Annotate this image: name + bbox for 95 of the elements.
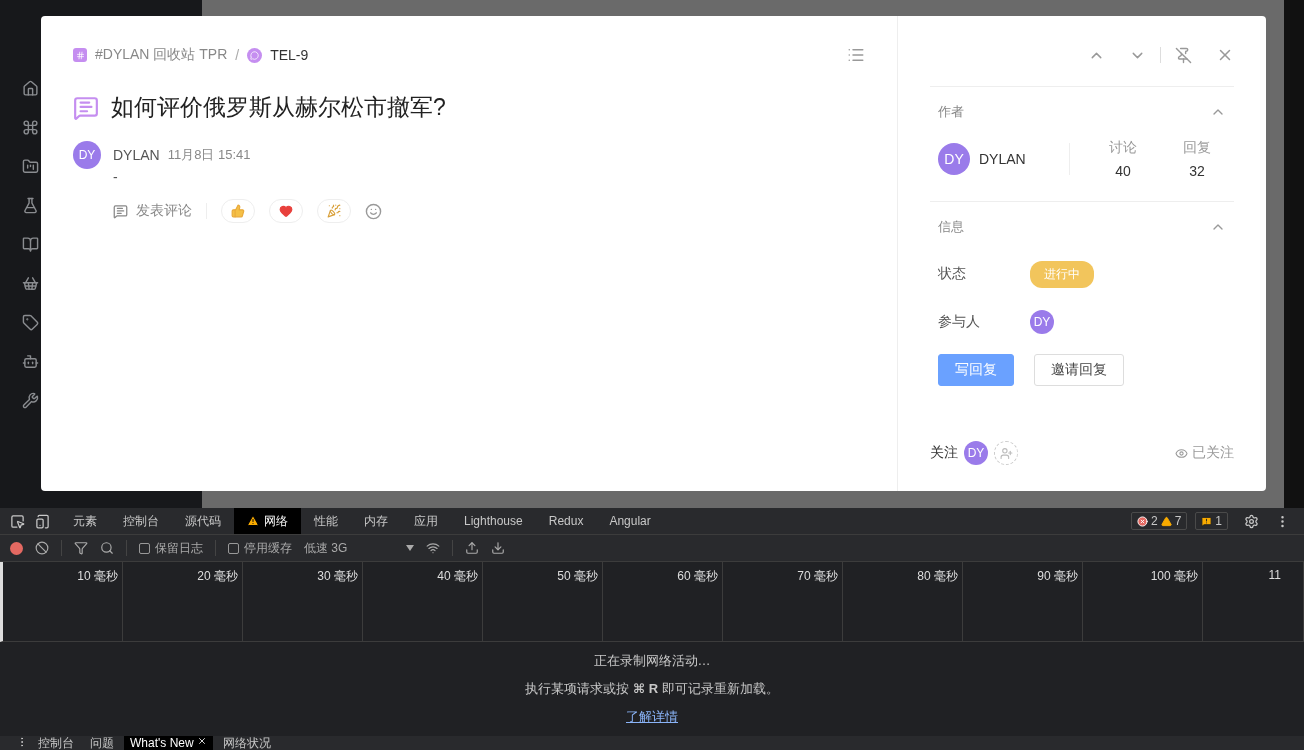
- clear-icon[interactable]: [35, 541, 49, 555]
- field-label: 参与人: [938, 313, 981, 331]
- warning-icon: [247, 515, 259, 527]
- error-icon: [1136, 515, 1148, 527]
- section-heading: 作者: [938, 103, 964, 121]
- import-icon[interactable]: [465, 541, 479, 555]
- throttle-select[interactable]: 低速 3G: [304, 539, 414, 557]
- sidebar-nav-icon[interactable]: [22, 197, 39, 214]
- section-heading: 信息: [938, 218, 964, 236]
- issue-counter[interactable]: 2 7: [1130, 512, 1188, 530]
- caret-icon: [406, 545, 414, 551]
- time-tick: 11: [1268, 568, 1281, 582]
- search-icon[interactable]: [100, 541, 114, 555]
- learn-more-link[interactable]: 了解详情: [626, 708, 678, 726]
- sidebar-nav-icon[interactable]: [22, 236, 39, 253]
- time-tick: 70 毫秒: [797, 569, 838, 583]
- record-button[interactable]: [10, 541, 23, 555]
- checkbox[interactable]: [228, 542, 239, 554]
- network-conditions-icon[interactable]: [426, 541, 440, 555]
- author-name: DYLAN: [113, 147, 160, 163]
- status-message: 执行某项请求或按 ⌘ R 即可记录重新加载。: [525, 680, 779, 698]
- topic-icon: [73, 94, 99, 121]
- sidebar-nav-icon[interactable]: [22, 392, 39, 409]
- stat-value: 40: [1115, 163, 1131, 179]
- checkbox-label: 保留日志: [155, 539, 203, 557]
- comment-icon: [113, 203, 128, 219]
- avatar: DY: [938, 143, 970, 175]
- topic-icon: [247, 47, 263, 63]
- party-popper-icon: [327, 204, 341, 218]
- devtools-tab[interactable]: Redux: [535, 508, 597, 534]
- time-tick: 90 毫秒: [1037, 569, 1078, 583]
- drawer-tab[interactable]: 控制台: [32, 736, 80, 750]
- close-icon[interactable]: [196, 736, 207, 746]
- heart-icon: [279, 204, 293, 218]
- devtools-tab[interactable]: 源代码: [172, 508, 234, 534]
- breadcrumb-link[interactable]: TEL-9: [270, 47, 309, 63]
- breadcrumb-link[interactable]: #DYLAN 回收站 TPR: [95, 46, 228, 64]
- list-icon[interactable]: [847, 46, 865, 64]
- sidebar-nav-icon[interactable]: [22, 275, 39, 292]
- time-tick: 60 毫秒: [677, 569, 718, 583]
- time-tick: 10 毫秒: [77, 569, 118, 583]
- time-tick: 20 毫秒: [197, 569, 238, 583]
- checkbox[interactable]: [139, 542, 150, 554]
- sidebar-nav-icon[interactable]: [22, 158, 39, 175]
- issues-button[interactable]: 1: [1195, 512, 1228, 530]
- sidebar-nav-icon[interactable]: [22, 314, 39, 331]
- field-label: 状态: [938, 265, 967, 283]
- sidebar-nav-icon[interactable]: [22, 353, 39, 370]
- devtools-tab[interactable]: 网络: [234, 508, 301, 534]
- status-message: 正在录制网络活动…: [593, 652, 711, 670]
- sidebar-nav-icon[interactable]: [22, 119, 39, 136]
- unpin-icon[interactable]: [1175, 46, 1192, 64]
- post-time: 11月8日 15:41: [167, 146, 251, 164]
- inspect-icon[interactable]: [10, 513, 25, 529]
- drawer-tab[interactable]: 问题: [84, 736, 120, 750]
- time-tick: 100 毫秒: [1150, 569, 1198, 583]
- device-toolbar-icon[interactable]: [35, 513, 50, 529]
- follow-label: 关注: [930, 444, 958, 462]
- thumbs-up-icon: [231, 204, 245, 218]
- devtools-tab[interactable]: 元素: [60, 508, 110, 534]
- devtools-tab[interactable]: Lighthouse: [451, 508, 536, 534]
- filter-icon[interactable]: [74, 541, 88, 555]
- issue-icon: [1201, 515, 1213, 527]
- post-body: -: [113, 169, 118, 185]
- time-tick: 30 毫秒: [317, 569, 358, 583]
- topic-title: 如何评价俄罗斯从赫尔松市撤军?: [111, 93, 446, 122]
- sidebar-nav-icon[interactable]: [22, 80, 39, 97]
- time-tick: 40 毫秒: [437, 569, 478, 583]
- avatar: DY: [1030, 310, 1054, 334]
- author-name: DYLAN: [979, 151, 1027, 167]
- checkbox-label: 停用缓存: [244, 539, 292, 557]
- stat-label: 回复: [1183, 139, 1211, 157]
- time-tick: 80 毫秒: [917, 569, 958, 583]
- warning-icon: [1160, 515, 1172, 527]
- eye-icon: [1175, 446, 1188, 460]
- invite-button[interactable]: 邀请回复: [1034, 354, 1124, 386]
- add-reaction-icon[interactable]: [365, 202, 382, 220]
- breadcrumb-separator: /: [235, 47, 240, 63]
- devtools-tab[interactable]: 性能: [301, 508, 351, 534]
- stat-label: 讨论: [1109, 139, 1137, 157]
- devtools-tab[interactable]: 应用: [401, 508, 451, 534]
- devtools-tab[interactable]: 控制台: [110, 508, 172, 534]
- devtools-tab[interactable]: Angular: [596, 508, 664, 534]
- export-icon[interactable]: [491, 541, 505, 555]
- stat-value: 32: [1189, 163, 1205, 179]
- devtools-tab[interactable]: 内存: [351, 508, 401, 534]
- settings-icon[interactable]: [1244, 513, 1259, 529]
- status-tag: 进行中: [1030, 260, 1094, 288]
- avatar: DY: [964, 441, 988, 465]
- channel-icon: [73, 48, 87, 62]
- drawer-tab[interactable]: What's New: [124, 736, 213, 750]
- avatar: DY: [73, 141, 101, 169]
- comment-button[interactable]: 发表评论: [113, 202, 192, 220]
- time-tick: 50 毫秒: [557, 569, 598, 583]
- drawer-tab[interactable]: 网络状况: [216, 736, 277, 750]
